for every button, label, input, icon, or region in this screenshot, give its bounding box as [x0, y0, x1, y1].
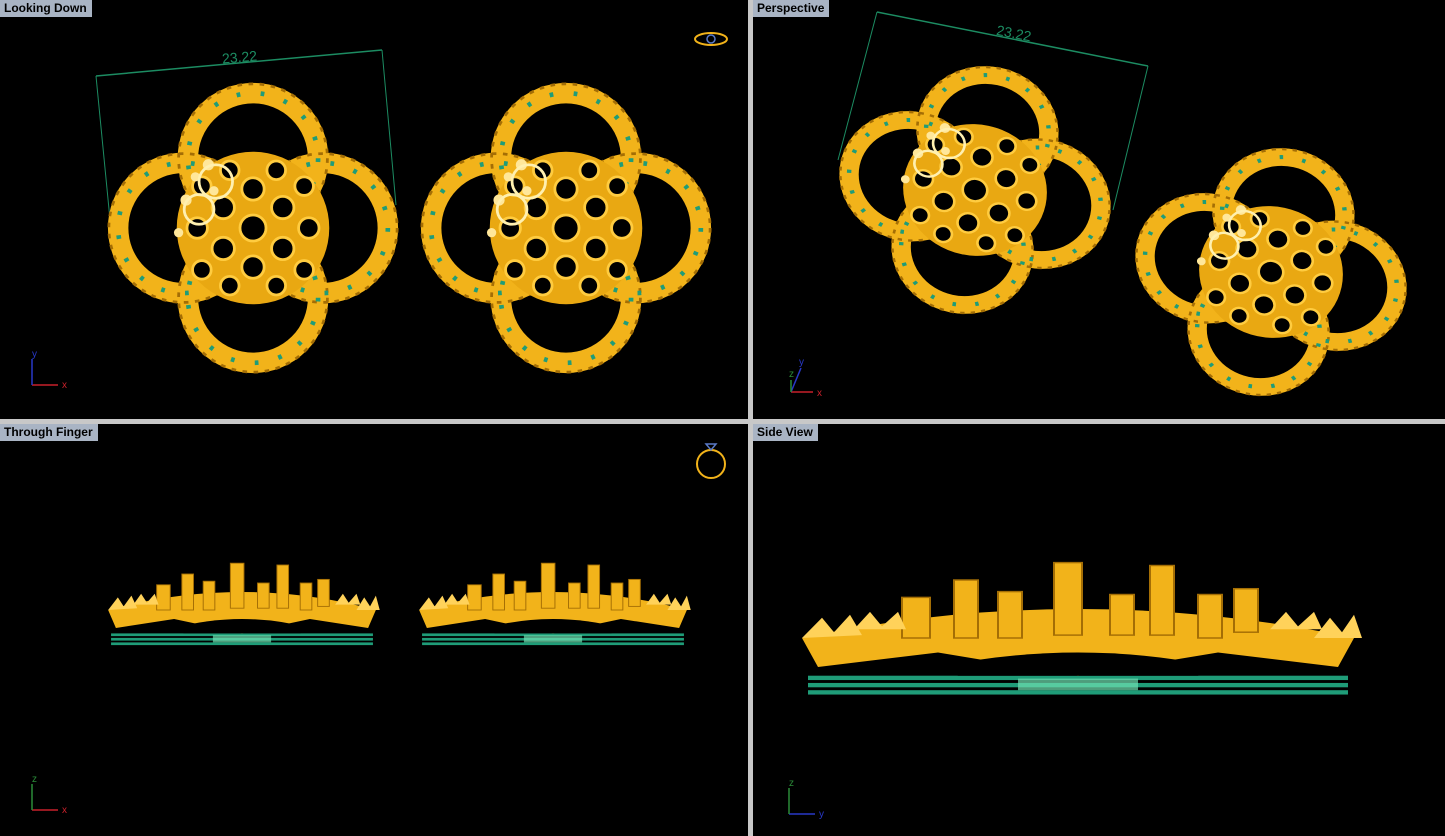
viewport-title[interactable]: Perspective [753, 0, 830, 17]
earring-left [816, 40, 1134, 339]
earring-right [1112, 122, 1430, 419]
earring-left [109, 84, 397, 372]
front-view-scene: x z [31, 443, 726, 816]
svg-text:x: x [62, 805, 67, 816]
earring-right [422, 84, 710, 372]
svg-text:y: y [799, 357, 804, 368]
viewport-through-finger[interactable]: Through Finger x z [0, 424, 748, 836]
dimension-label: 23.22 [221, 48, 258, 67]
dimension-label: 23.22 [995, 22, 1033, 44]
svg-text:y: y [32, 349, 37, 360]
svg-text:x: x [62, 380, 67, 391]
viewport-title[interactable]: Looking Down [0, 0, 92, 17]
viewport-title[interactable]: Side View [753, 424, 818, 441]
earring-right [418, 562, 692, 646]
ring-orientation-icon [694, 32, 728, 46]
ring-orientation-icon [696, 443, 726, 479]
earring-side [801, 561, 1363, 696]
perspective-scene: 23.22 x y z [789, 11, 1445, 419]
svg-text:z: z [789, 778, 794, 789]
axis-widget: y z [788, 778, 824, 820]
top-view-scene: 23.22 x y [31, 32, 728, 391]
viewport-title[interactable]: Through Finger [0, 424, 98, 441]
viewport-perspective[interactable]: Perspective 23.22 x y z [753, 0, 1445, 419]
svg-text:y: y [819, 809, 824, 820]
axis-widget: x z [31, 774, 67, 816]
svg-text:z: z [32, 774, 37, 785]
axis-widget: x y [31, 349, 67, 391]
side-view-scene: y z [788, 561, 1363, 820]
earring-left [107, 562, 381, 646]
axis-widget: x y z [789, 357, 822, 399]
svg-text:x: x [817, 388, 822, 399]
svg-text:z: z [789, 369, 794, 380]
viewport-looking-down[interactable]: Looking Down 23.22 x y [0, 0, 748, 419]
viewport-side-view[interactable]: Side View y z [753, 424, 1445, 836]
